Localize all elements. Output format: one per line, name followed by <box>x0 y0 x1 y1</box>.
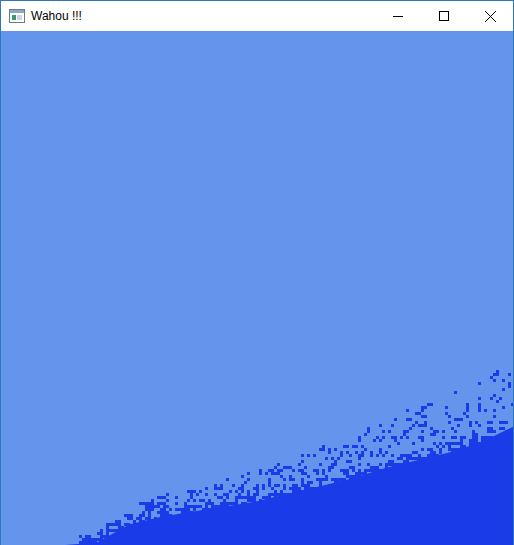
app-icon <box>9 8 25 24</box>
sand-pile <box>1 427 513 545</box>
title-bar[interactable]: Wahou !!! <box>1 1 513 31</box>
sand-layer <box>1 31 513 545</box>
close-icon <box>485 11 496 22</box>
minimize-icon <box>393 11 403 21</box>
maximize-icon <box>439 11 449 21</box>
sand-grains <box>79 370 513 544</box>
minimize-button[interactable] <box>375 1 421 31</box>
window-title: Wahou !!! <box>31 8 82 24</box>
close-button[interactable] <box>467 1 513 31</box>
simulation-canvas[interactable] <box>1 31 513 545</box>
maximize-button[interactable] <box>421 1 467 31</box>
app-window: Wahou !!! <box>0 0 514 545</box>
